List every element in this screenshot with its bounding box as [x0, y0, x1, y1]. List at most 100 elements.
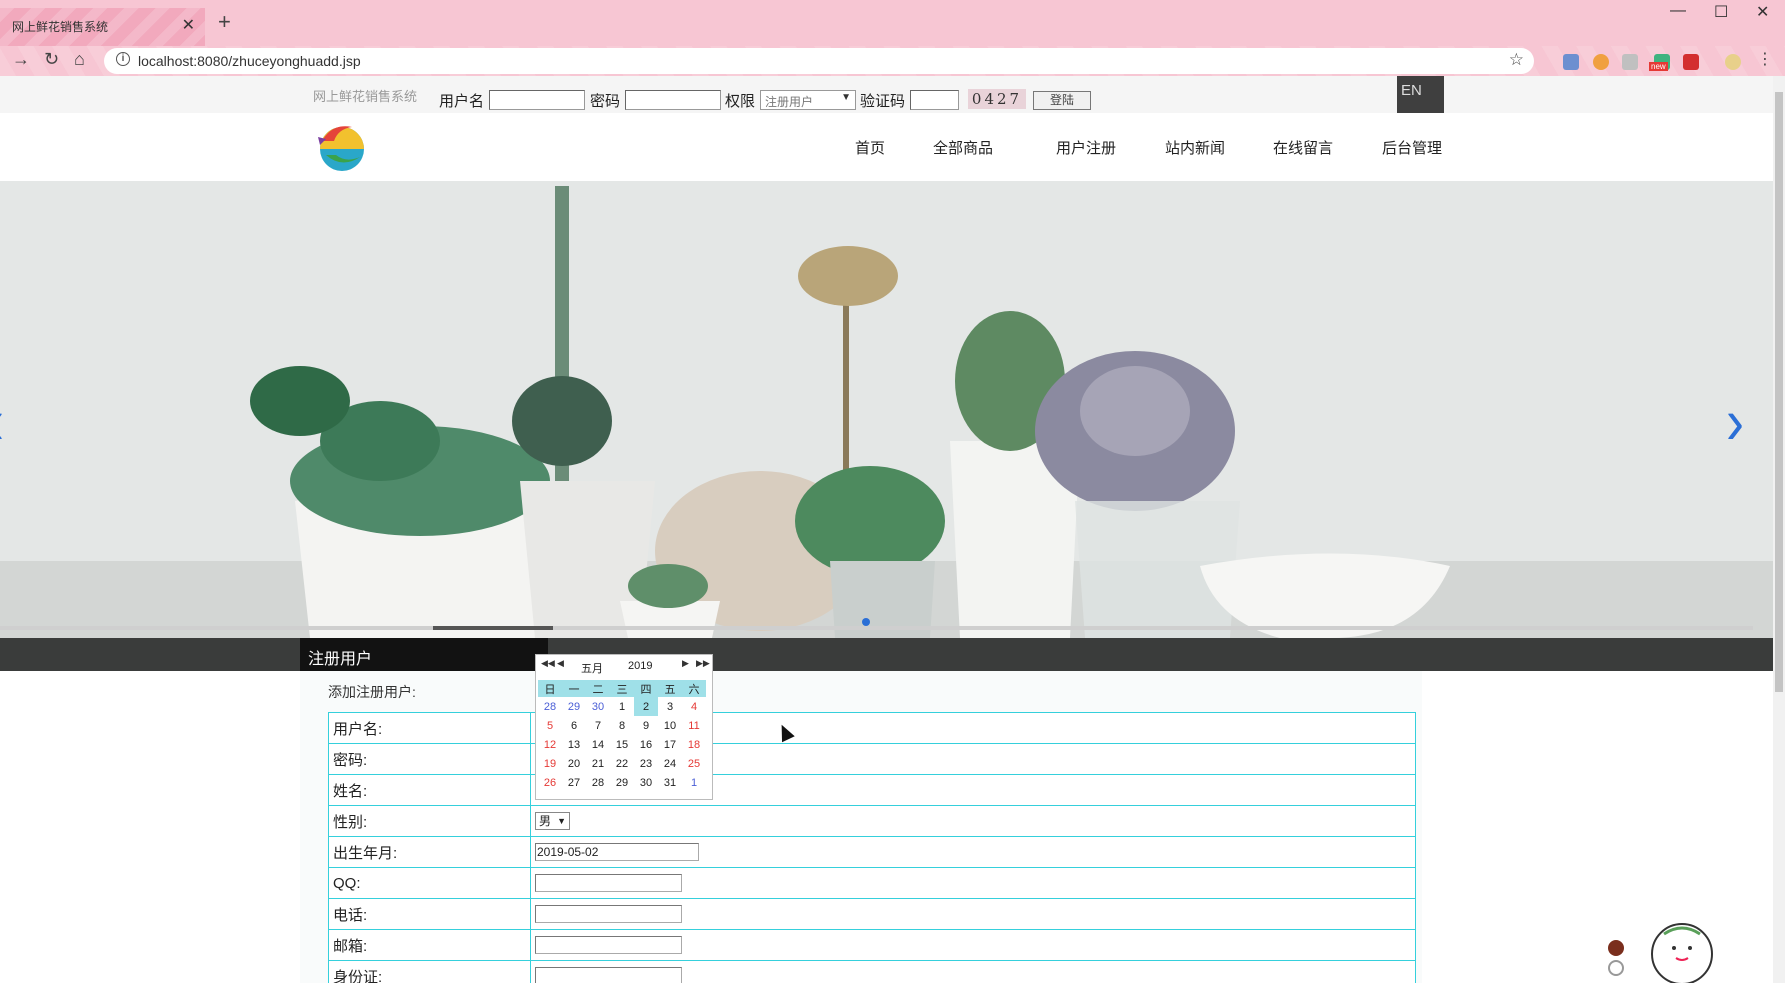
calendar-day[interactable]: 3: [658, 697, 682, 716]
calendar-day-selected[interactable]: 2: [634, 697, 658, 716]
password-label: 密码: [590, 93, 621, 110]
calendar-day[interactable]: 17: [658, 735, 682, 754]
calendar-day[interactable]: 11: [682, 716, 706, 735]
qq-input[interactable]: [535, 874, 682, 893]
nav-messages[interactable]: 在线留言: [1273, 137, 1333, 158]
captcha-image[interactable]: 0427: [968, 89, 1026, 109]
calendar-day[interactable]: 27: [562, 773, 586, 792]
weekday-label: 一: [562, 680, 586, 697]
minimize-icon[interactable]: —: [1670, 2, 1686, 20]
menu-icon[interactable]: ⋮: [1757, 49, 1773, 68]
calendar-day[interactable]: 9: [634, 716, 658, 735]
field-label-id-card: 身份证:: [328, 960, 531, 983]
browser-tab[interactable]: 网上鲜花销售系统 ✕: [0, 8, 205, 46]
banner-image: [0, 181, 1773, 638]
calendar-day[interactable]: 26: [538, 773, 562, 792]
extension-icon[interactable]: [1563, 54, 1579, 70]
field-label-name: 姓名:: [328, 774, 531, 806]
email-input[interactable]: [535, 936, 682, 955]
login-button[interactable]: 登陆: [1033, 91, 1091, 110]
date-picker-year[interactable]: 2019: [628, 660, 652, 672]
calendar-day[interactable]: 13: [562, 735, 586, 754]
field-label-email: 邮箱:: [328, 929, 531, 961]
calendar-day[interactable]: 29: [610, 773, 634, 792]
calendar-day[interactable]: 30: [634, 773, 658, 792]
login-password-input[interactable]: [625, 90, 721, 110]
nav-news[interactable]: 站内新闻: [1165, 137, 1225, 158]
calendar-day[interactable]: 12: [538, 735, 562, 754]
nav-register[interactable]: 用户注册: [1056, 137, 1116, 158]
banner-indicator-dot[interactable]: [862, 618, 870, 626]
site-info-icon[interactable]: i: [116, 52, 130, 66]
calendar-day[interactable]: 23: [634, 754, 658, 773]
login-username-input[interactable]: [489, 90, 585, 110]
banner-progress-thumb[interactable]: [433, 626, 553, 630]
calendar-day[interactable]: 10: [658, 716, 682, 735]
calendar-day[interactable]: 4: [682, 697, 706, 716]
profile-avatar-icon[interactable]: [1725, 54, 1741, 70]
banner-next-arrow-icon[interactable]: ›: [1726, 385, 1744, 459]
id-card-input[interactable]: [535, 967, 682, 983]
next-month-icon[interactable]: ▶: [682, 658, 689, 669]
calendar-day[interactable]: 24: [658, 754, 682, 773]
browser-toolbar: → ↻ ⌂ i localhost:8080/zhuceyonghuadd.js…: [0, 46, 1785, 76]
calendar-day[interactable]: 28: [538, 697, 562, 716]
calendar-day[interactable]: 16: [634, 735, 658, 754]
nav-home[interactable]: 首页: [855, 137, 885, 158]
pdf-extension-icon[interactable]: [1683, 54, 1699, 70]
calendar-day[interactable]: 21: [586, 754, 610, 773]
calendar-day[interactable]: 29: [562, 697, 586, 716]
calendar-day[interactable]: 18: [682, 735, 706, 754]
banner-prev-arrow-icon[interactable]: ‹: [0, 385, 4, 459]
next-year-icon[interactable]: ▶▶: [696, 658, 710, 669]
extension-icon[interactable]: [1593, 54, 1609, 70]
gender-select[interactable]: 男 ▼: [535, 812, 570, 831]
form-row: QQ:: [328, 867, 1416, 899]
bookmark-star-icon[interactable]: ☆: [1509, 50, 1524, 70]
language-button[interactable]: EN: [1397, 76, 1444, 113]
scrollbar-thumb[interactable]: [1775, 92, 1783, 692]
close-tab-icon[interactable]: ✕: [182, 15, 195, 35]
captcha-input[interactable]: [910, 90, 959, 110]
calendar-day[interactable]: 6: [562, 716, 586, 735]
forward-icon[interactable]: →: [12, 49, 30, 70]
page-scrollbar[interactable]: [1773, 76, 1785, 983]
home-icon[interactable]: ⌂: [74, 49, 85, 70]
field-label-birthdate: 出生年月:: [328, 836, 531, 868]
calendar-day[interactable]: 22: [610, 754, 634, 773]
calendar-day[interactable]: 5: [538, 716, 562, 735]
username-label: 用户名: [439, 93, 485, 110]
form-row: 用户名:: [328, 712, 1416, 744]
calendar-day[interactable]: 19: [538, 754, 562, 773]
new-tab-icon[interactable]: +: [218, 9, 231, 35]
prev-year-icon[interactable]: ◀◀: [541, 658, 555, 669]
calendar-day[interactable]: 1: [610, 697, 634, 716]
field-label-qq: QQ:: [328, 867, 531, 899]
nav-all-products[interactable]: 全部商品: [933, 137, 993, 158]
prev-month-icon[interactable]: ◀: [557, 658, 564, 669]
birthdate-input[interactable]: 2019-05-02: [535, 843, 699, 862]
calendar-day[interactable]: 15: [610, 735, 634, 754]
calendar-day[interactable]: 28: [586, 773, 610, 792]
maximize-icon[interactable]: ☐: [1714, 2, 1728, 22]
calendar-day[interactable]: 8: [610, 716, 634, 735]
site-header: 首页 全部商品 用户注册 站内新闻 在线留言 后台管理: [0, 113, 1773, 181]
phone-input[interactable]: [535, 905, 682, 924]
calendar-day[interactable]: 14: [586, 735, 610, 754]
reload-icon[interactable]: ↻: [44, 49, 59, 70]
date-picker-month[interactable]: 五月: [581, 660, 603, 676]
calendar-day[interactable]: 7: [586, 716, 610, 735]
calendar-day[interactable]: 31: [658, 773, 682, 792]
address-url[interactable]: localhost:8080/zhuceyonghuadd.jsp: [138, 53, 361, 69]
weekday-label: 二: [586, 680, 610, 697]
calendar-day[interactable]: 30: [586, 697, 610, 716]
extension-icon[interactable]: [1622, 54, 1638, 70]
role-select[interactable]: 注册用户 ▼: [760, 90, 856, 110]
site-logo[interactable]: [312, 119, 368, 171]
address-bar[interactable]: i localhost:8080/zhuceyonghuadd.jsp ☆: [104, 48, 1534, 74]
calendar-day[interactable]: 1: [682, 773, 706, 792]
calendar-day[interactable]: 20: [562, 754, 586, 773]
nav-admin[interactable]: 后台管理: [1382, 137, 1442, 158]
calendar-day[interactable]: 25: [682, 754, 706, 773]
close-window-icon[interactable]: ✕: [1756, 2, 1769, 22]
